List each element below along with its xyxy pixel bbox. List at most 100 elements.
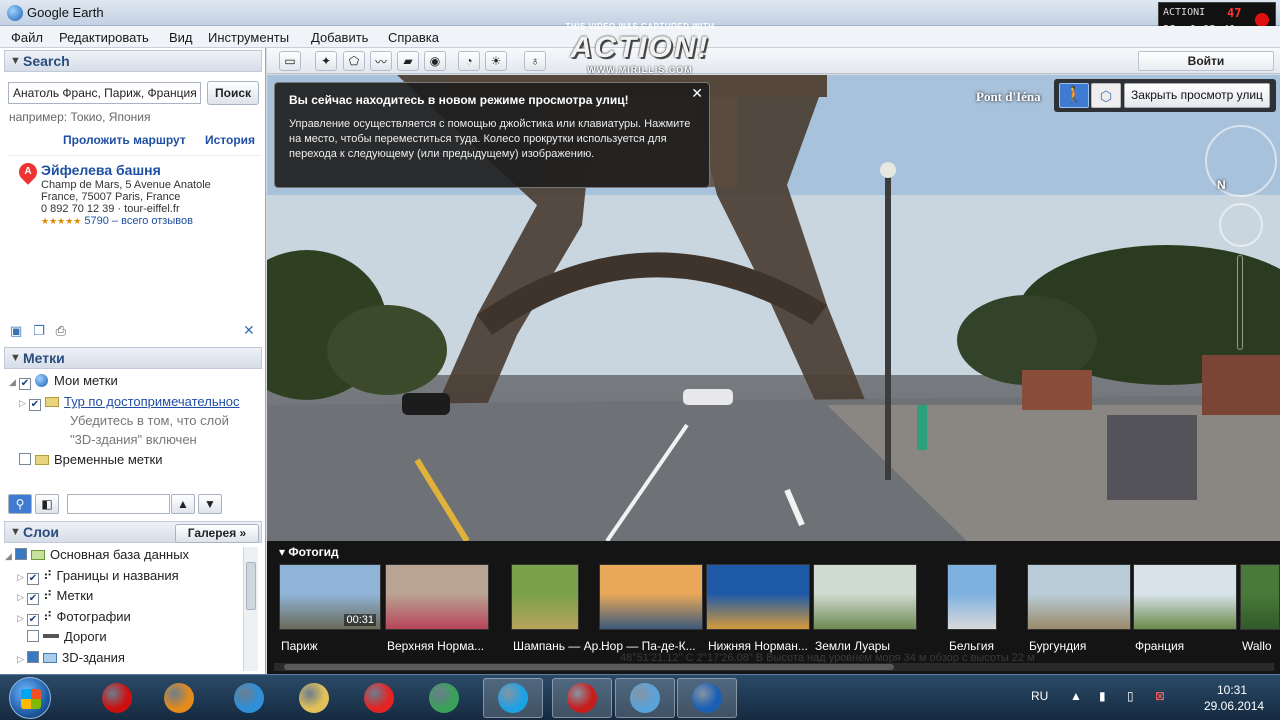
checkbox[interactable]: ✔	[19, 378, 31, 390]
network-icon[interactable]: ⊠	[1155, 689, 1165, 703]
menu-tools[interactable]: Инструменты	[208, 30, 289, 45]
search-result[interactable]: A Эйфелева башня Champ de Mars, 5 Avenue…	[8, 155, 260, 313]
photo-image[interactable]	[813, 564, 917, 630]
photo-image[interactable]	[1133, 564, 1237, 630]
close-icon[interactable]: ✕	[243, 322, 255, 339]
monitor-app[interactable]	[615, 678, 675, 718]
layer-photos[interactable]: ▷ ✔ ⠞ Фотографии	[17, 609, 131, 626]
signal-icon[interactable]: ▮	[1099, 689, 1106, 703]
photo-thumbnail[interactable]: Бургундия	[1027, 564, 1131, 670]
clock[interactable]: 10:31 29.06.2014	[1204, 682, 1264, 714]
checkbox[interactable]	[27, 651, 39, 663]
checkbox[interactable]	[15, 548, 27, 560]
explorer-app[interactable]	[284, 678, 344, 718]
path-icon[interactable]: 〰	[370, 51, 392, 71]
planets-icon[interactable]: ♁	[524, 51, 546, 71]
photo-thumbnail[interactable]: Wallo	[1240, 564, 1280, 670]
search-input[interactable]: Анатоль Франс, Париж, Франция	[8, 82, 201, 104]
pegman-icon[interactable]: 🚶	[1059, 83, 1089, 108]
copy-icon[interactable]: ❐	[33, 323, 45, 338]
menu-edit[interactable]: Редактировать	[59, 30, 149, 45]
ie-app[interactable]	[219, 678, 279, 718]
layers-scrollbar[interactable]	[243, 547, 258, 671]
tour-row[interactable]: ▷ ✔ Тур по достопримечательнос	[19, 394, 240, 411]
photo-scrollbar[interactable]	[274, 663, 1274, 671]
photo-image[interactable]	[385, 564, 489, 630]
photo-thumbnail[interactable]: Верхняя Норма...	[385, 564, 489, 670]
result-title[interactable]: Эйфелева башня	[41, 162, 161, 178]
checkbox[interactable]	[27, 630, 39, 642]
chrome-app[interactable]	[414, 678, 474, 718]
menu-add[interactable]: Добавить	[311, 30, 368, 45]
start-button[interactable]	[9, 677, 51, 719]
battery-icon[interactable]: ▯	[1127, 689, 1134, 703]
photo-image[interactable]	[706, 564, 810, 630]
checkbox[interactable]: ✔	[29, 399, 41, 411]
layer-roads[interactable]: Дороги	[17, 629, 107, 644]
google-earth-app[interactable]	[677, 678, 737, 718]
my-places-row[interactable]: ◢ ✔ Мои метки	[9, 373, 118, 390]
layer-borders[interactable]: ▷ ✔ ⠞ Границы и названия	[17, 568, 179, 585]
scrollbar-thumb[interactable]	[246, 562, 256, 610]
zoom-slider[interactable]	[1237, 255, 1243, 350]
north-arrow-icon[interactable]: N	[1217, 178, 1226, 192]
language-indicator[interactable]: RU	[1031, 689, 1048, 703]
photo-thumbnail[interactable]: 00:31 Париж	[279, 564, 381, 670]
skype-app[interactable]	[483, 678, 543, 718]
look-joystick-icon[interactable]	[1205, 125, 1277, 197]
media-player-app[interactable]	[149, 678, 209, 718]
sunlight-icon[interactable]: ☀	[485, 51, 507, 71]
record-tour-icon[interactable]: ◉	[424, 51, 446, 71]
places-header[interactable]: ▼ Метки	[4, 347, 262, 369]
temporary-places-row[interactable]: Временные метки	[9, 452, 162, 467]
directions-link[interactable]: Проложить маршрут	[63, 133, 186, 147]
photo-image[interactable]	[947, 564, 997, 630]
history-link[interactable]: История	[205, 133, 255, 147]
recorder-app[interactable]	[552, 678, 612, 718]
exit-street-view-button[interactable]: Закрыть просмотр улиц	[1124, 83, 1270, 108]
gallery-button[interactable]: Галерея »	[175, 524, 259, 543]
menu-help[interactable]: Справка	[388, 30, 439, 45]
opera-app[interactable]	[87, 678, 147, 718]
print-icon[interactable]: ⎙	[56, 323, 66, 338]
layer-3d-buildings[interactable]: ▷ 3D-здания	[17, 650, 125, 665]
folder-add-icon[interactable]: ▣	[10, 323, 22, 338]
search-header[interactable]: ▼ Search	[4, 50, 262, 72]
historical-imagery-icon[interactable]: ◔	[458, 51, 480, 71]
checkbox[interactable]	[19, 453, 31, 465]
yandex-app[interactable]	[349, 678, 409, 718]
location-label: Pont d'Iéna	[976, 89, 1041, 104]
close-icon[interactable]: ✕	[691, 85, 703, 102]
menu-file[interactable]: Файл	[11, 30, 43, 45]
photo-image[interactable]	[599, 564, 703, 630]
up-arrow-icon[interactable]: ▲	[171, 494, 195, 514]
photo-image[interactable]: 00:31	[279, 564, 381, 630]
3d-view-icon[interactable]: ⬡	[1091, 83, 1121, 108]
photo-image[interactable]	[1027, 564, 1131, 630]
layer-primary-db[interactable]: ◢ Основная база данных	[5, 547, 189, 562]
sidebar-toggle-icon[interactable]: ▭	[279, 51, 301, 71]
search-icon[interactable]: ⚲	[8, 494, 32, 514]
sign-in-button[interactable]: Войти	[1138, 51, 1274, 71]
checkbox[interactable]: ✔	[27, 573, 39, 585]
photo-thumbnail[interactable]: Франция	[1133, 564, 1237, 670]
scrollbar-thumb[interactable]	[284, 664, 894, 670]
placemark-icon[interactable]: ✦	[315, 51, 337, 71]
search-button[interactable]: Поиск	[207, 81, 259, 105]
down-arrow-icon[interactable]: ▼	[198, 494, 222, 514]
photo-guide-header[interactable]: ▾ Фотогид	[279, 545, 339, 559]
photo-image[interactable]	[511, 564, 579, 630]
menu-view[interactable]: Вид	[169, 30, 193, 45]
tray-expand-icon[interactable]: ▲	[1070, 689, 1082, 703]
reviews-link[interactable]: 5790 – всего отзывов	[84, 215, 193, 227]
image-overlay-icon[interactable]: ▰	[397, 51, 419, 71]
panel-icon[interactable]: ◧	[35, 494, 59, 514]
photo-image[interactable]	[1240, 564, 1280, 630]
move-joystick-icon[interactable]	[1219, 203, 1263, 247]
checkbox[interactable]: ✔	[27, 614, 39, 626]
places-search-input[interactable]	[67, 494, 170, 514]
polygon-icon[interactable]: ⬠	[343, 51, 365, 71]
photo-thumbnail[interactable]: Шампань — Ар...	[511, 564, 608, 670]
checkbox[interactable]: ✔	[27, 593, 39, 605]
layer-places[interactable]: ▷ ✔ ⠞ Метки	[17, 588, 93, 605]
